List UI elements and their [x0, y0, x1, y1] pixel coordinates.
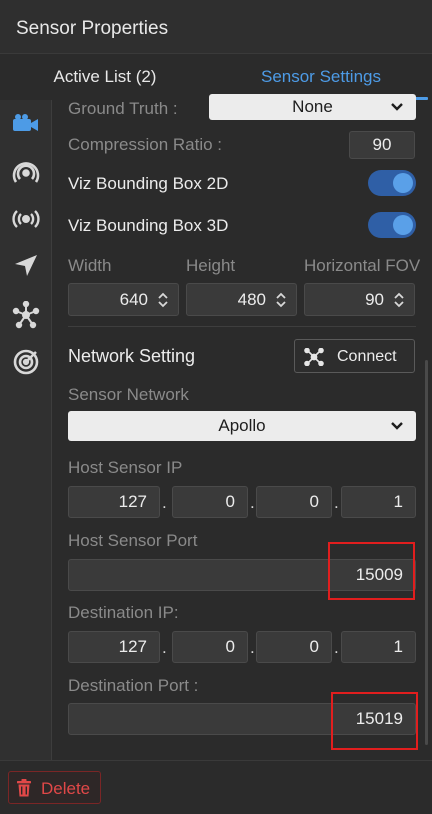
destination-ip-label: Destination IP: — [68, 603, 179, 622]
toggle-knob — [393, 215, 413, 235]
spinner-arrows-icon[interactable] — [392, 292, 406, 308]
host-ip-label: Host Sensor IP — [68, 458, 183, 477]
ip-separator: . — [334, 493, 339, 512]
host-port-highlight-box — [328, 542, 415, 600]
dest-ip-octet-3[interactable]: 0 — [256, 631, 332, 663]
connect-icon — [304, 347, 324, 367]
sensor-type-sidebar — [0, 100, 52, 760]
ip-separator: . — [250, 638, 255, 657]
host-port-label: Host Sensor Port — [68, 531, 198, 550]
fov-value: 90 — [365, 289, 384, 309]
camera-icon[interactable] — [10, 108, 42, 140]
ip-separator: . — [250, 493, 255, 512]
dest-ip-octet-1[interactable]: 127 — [68, 631, 160, 663]
dest-port-highlight-box — [331, 692, 418, 750]
host-ip-octet-4[interactable]: 1 — [341, 486, 416, 518]
chevron-down-icon — [390, 94, 404, 120]
title-bar: Sensor Properties — [0, 0, 432, 54]
footer-bar: Delete — [0, 760, 432, 814]
ground-truth-value: None — [292, 97, 333, 116]
ground-truth-label: Ground Truth : — [68, 99, 178, 118]
navigation-icon[interactable] — [10, 250, 42, 282]
trash-icon — [16, 779, 32, 797]
connect-label: Connect — [337, 348, 397, 365]
chevron-down-icon — [390, 411, 404, 441]
spinner-arrows-icon[interactable] — [156, 292, 170, 308]
network-icon[interactable] — [10, 299, 42, 331]
tab-active-list[interactable]: Active List (2) — [0, 54, 210, 100]
width-label: Width — [68, 256, 112, 275]
horizontal-fov-label: Horizontal FOV — [304, 256, 421, 275]
toggle-knob — [393, 173, 413, 193]
spinner-arrows-icon[interactable] — [274, 292, 288, 308]
destination-port-label: Destination Port : — [68, 676, 199, 695]
dest-ip-octet-4[interactable]: 1 — [341, 631, 416, 663]
broadcast-icon[interactable] — [10, 203, 42, 235]
bbox-3d-toggle[interactable] — [368, 212, 416, 238]
target-icon[interactable] — [10, 346, 42, 378]
sensor-network-select[interactable]: Apollo — [68, 411, 416, 441]
network-setting-title: Network Setting — [68, 346, 196, 366]
host-ip-octet-1[interactable]: 127 — [68, 486, 160, 518]
compression-ratio-input[interactable]: 90 — [349, 131, 415, 159]
delete-button[interactable]: Delete — [8, 771, 101, 804]
width-stepper[interactable]: 640 — [68, 283, 179, 316]
radar-icon[interactable] — [10, 157, 42, 189]
height-stepper[interactable]: 480 — [186, 283, 297, 316]
bbox-2d-label: Viz Bounding Box 2D — [68, 174, 229, 193]
fov-stepper[interactable]: 90 — [304, 283, 415, 316]
compression-ratio-label: Compression Ratio : — [68, 135, 223, 154]
sensor-network-label: Sensor Network — [68, 385, 189, 404]
height-label: Height — [186, 256, 236, 275]
host-ip-octet-3[interactable]: 0 — [256, 486, 332, 518]
ip-separator: . — [162, 493, 167, 512]
ground-truth-select[interactable]: None — [209, 94, 416, 120]
host-ip-octet-2[interactable]: 0 — [172, 486, 248, 518]
width-value: 640 — [119, 289, 148, 309]
delete-label: Delete — [41, 779, 91, 798]
section-divider — [68, 326, 416, 327]
sensor-network-value: Apollo — [218, 416, 266, 435]
bbox-3d-label: Viz Bounding Box 3D — [68, 216, 229, 235]
connect-button[interactable]: Connect — [294, 339, 415, 373]
dest-ip-octet-2[interactable]: 0 — [172, 631, 248, 663]
bbox-2d-toggle[interactable] — [368, 170, 416, 196]
panel-scrollbar[interactable] — [425, 360, 428, 745]
window-title: Sensor Properties — [16, 18, 169, 39]
ip-separator: . — [162, 638, 167, 657]
ip-separator: . — [334, 638, 339, 657]
height-value: 480 — [237, 289, 266, 309]
